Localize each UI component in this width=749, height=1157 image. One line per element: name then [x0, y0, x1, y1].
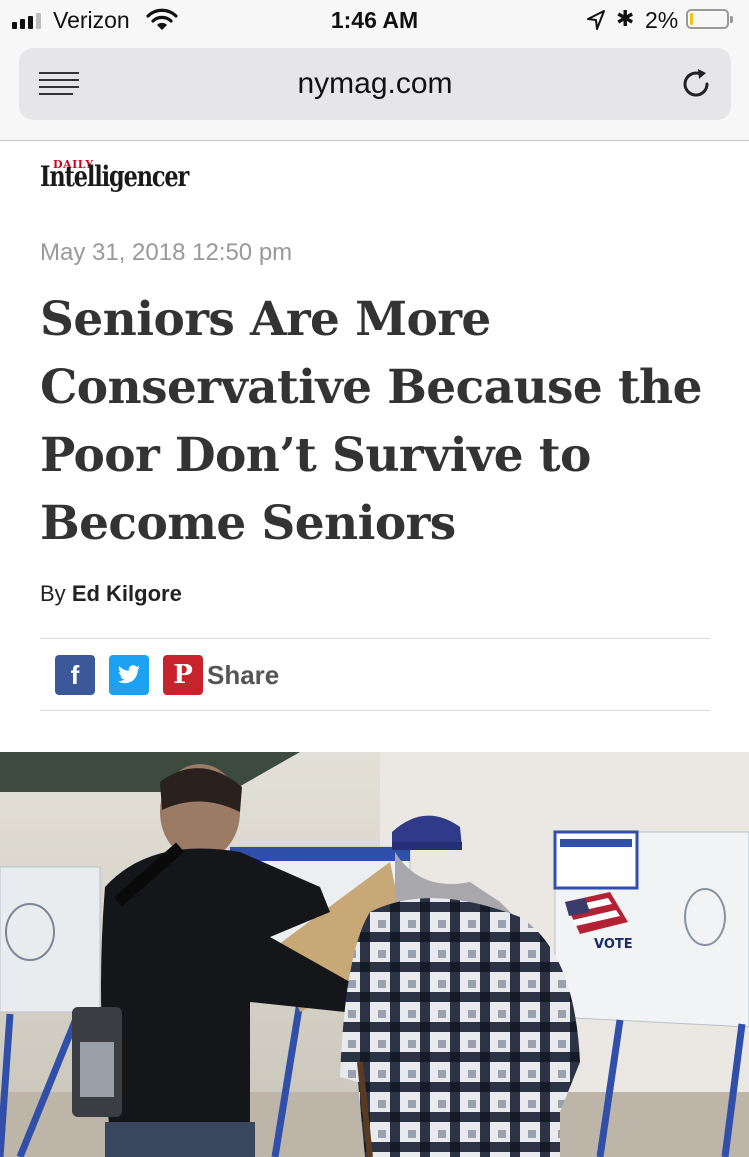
location-arrow-icon — [587, 10, 605, 30]
twitter-icon — [118, 665, 140, 684]
bluetooth-icon: ✱ — [616, 6, 635, 31]
divider-bottom — [40, 710, 710, 711]
status-time: 1:46 AM — [330, 7, 419, 33]
share-bar: f P Share — [55, 655, 279, 695]
twitter-share-button[interactable] — [109, 655, 149, 695]
status-bar: Verizon 1:46 AM ✱ 2% — [0, 0, 749, 40]
vote-sign-text: VOTE — [594, 937, 633, 952]
article-headline: Seniors Are More Conservative Because th… — [40, 292, 703, 551]
address-bar[interactable]: nymag.com — [19, 48, 731, 120]
battery-icon — [686, 9, 733, 29]
article-photo: VOTE — [0, 752, 749, 1157]
divider-top — [40, 638, 710, 639]
logo-wordmark: Intelligencer — [40, 160, 189, 193]
browser-toolbar: nymag.com — [0, 40, 749, 141]
byline: By Ed Kilgore — [40, 581, 182, 607]
reload-icon[interactable] — [679, 67, 713, 101]
battery-percent: 2% — [645, 7, 679, 33]
pinterest-icon: P — [173, 660, 193, 690]
byline-prefix: By — [40, 581, 66, 606]
battery-level — [690, 13, 693, 25]
pinterest-share-button[interactable]: P — [163, 655, 203, 695]
url-domain[interactable]: nymag.com — [19, 67, 731, 101]
facebook-share-button[interactable]: f — [55, 655, 95, 695]
facebook-icon: f — [70, 659, 80, 690]
share-label[interactable]: Share — [207, 660, 279, 691]
author-link[interactable]: Ed Kilgore — [72, 581, 182, 606]
article-date: May 31, 2018 12:50 pm — [40, 239, 293, 266]
